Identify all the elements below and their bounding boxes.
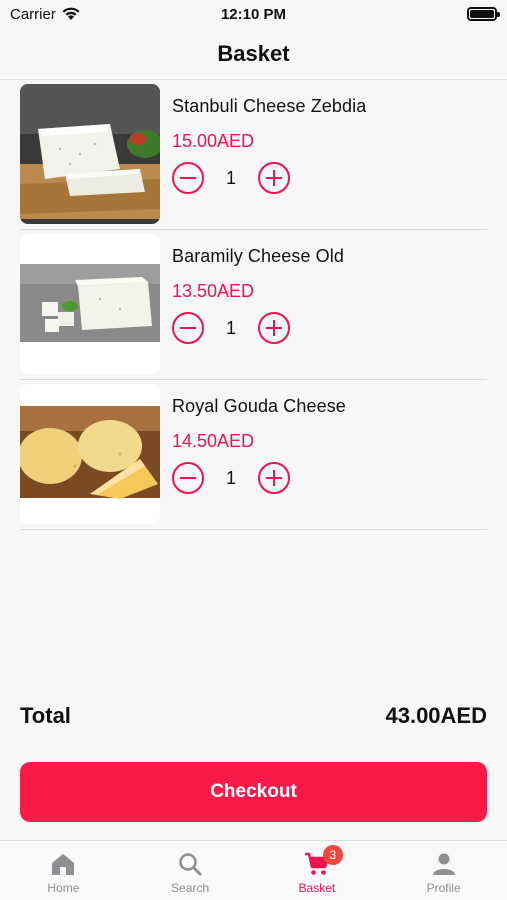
tab-label: Basket xyxy=(298,881,336,895)
tab-search[interactable]: Search xyxy=(127,841,254,900)
decrease-quantity-button[interactable] xyxy=(172,162,204,194)
tab-home[interactable]: Home xyxy=(0,841,127,900)
total-value: 43.00AED xyxy=(385,703,487,728)
quantity-value: 1 xyxy=(225,317,236,338)
cheese-block-image xyxy=(20,84,160,224)
increase-quantity-button[interactable] xyxy=(258,312,290,344)
tab-label: Profile xyxy=(426,881,461,895)
wifi-icon xyxy=(62,7,80,20)
quantity-stepper: 1 xyxy=(172,462,346,494)
increase-quantity-button[interactable] xyxy=(258,462,290,494)
product-price: 15.00AED xyxy=(172,131,255,151)
basket-item: Baramily Cheese Old 13.50AED 1 xyxy=(20,230,487,380)
tab-profile[interactable]: Profile xyxy=(380,841,507,900)
product-price: 13.50AED xyxy=(172,281,255,301)
basket-item: Stanbuli Cheese Zebdia 15.00AED 1 xyxy=(20,80,487,230)
product-name: Baramily Cheese Old xyxy=(172,246,344,266)
tab-bar: Home Search Basket 3 Profile xyxy=(0,840,507,900)
basket-list: Stanbuli Cheese Zebdia 15.00AED 1 Barami… xyxy=(20,80,487,530)
nav-bar: Basket xyxy=(0,28,507,80)
product-price: 14.50AED xyxy=(172,431,255,451)
decrease-quantity-button[interactable] xyxy=(172,462,204,494)
home-icon xyxy=(52,854,75,875)
gouda-cheese-image xyxy=(20,384,160,524)
product-image[interactable] xyxy=(20,384,160,524)
increase-quantity-button[interactable] xyxy=(258,162,290,194)
cart-count-badge: 3 xyxy=(322,845,343,865)
total-label: Total xyxy=(20,703,71,728)
search-icon xyxy=(179,853,202,876)
status-bar: Carrier 12:10 PM xyxy=(0,0,507,28)
tab-basket[interactable]: Basket 3 xyxy=(254,841,381,900)
tab-label: Search xyxy=(171,881,210,895)
basket-item: Royal Gouda Cheese 14.50AED 1 xyxy=(20,380,487,530)
tab-label: Home xyxy=(47,881,80,895)
battery-icon xyxy=(467,7,500,21)
carrier-label: Carrier xyxy=(10,5,56,23)
checkout-label: Checkout xyxy=(210,781,297,802)
product-name: Royal Gouda Cheese xyxy=(172,396,346,416)
product-image[interactable] xyxy=(20,234,160,374)
person-icon xyxy=(432,853,455,875)
checkout-button[interactable]: Checkout xyxy=(20,762,487,822)
decrease-quantity-button[interactable] xyxy=(172,312,204,344)
cheese-cubes-image xyxy=(20,234,160,374)
product-image[interactable] xyxy=(20,84,160,224)
total-row: Total 43.00AED xyxy=(20,703,487,729)
quantity-value: 1 xyxy=(225,167,236,188)
quantity-stepper: 1 xyxy=(172,162,366,194)
product-name: Stanbuli Cheese Zebdia xyxy=(172,96,367,116)
quantity-stepper: 1 xyxy=(172,312,344,344)
quantity-value: 1 xyxy=(225,467,236,488)
page-title: Basket xyxy=(217,40,290,66)
